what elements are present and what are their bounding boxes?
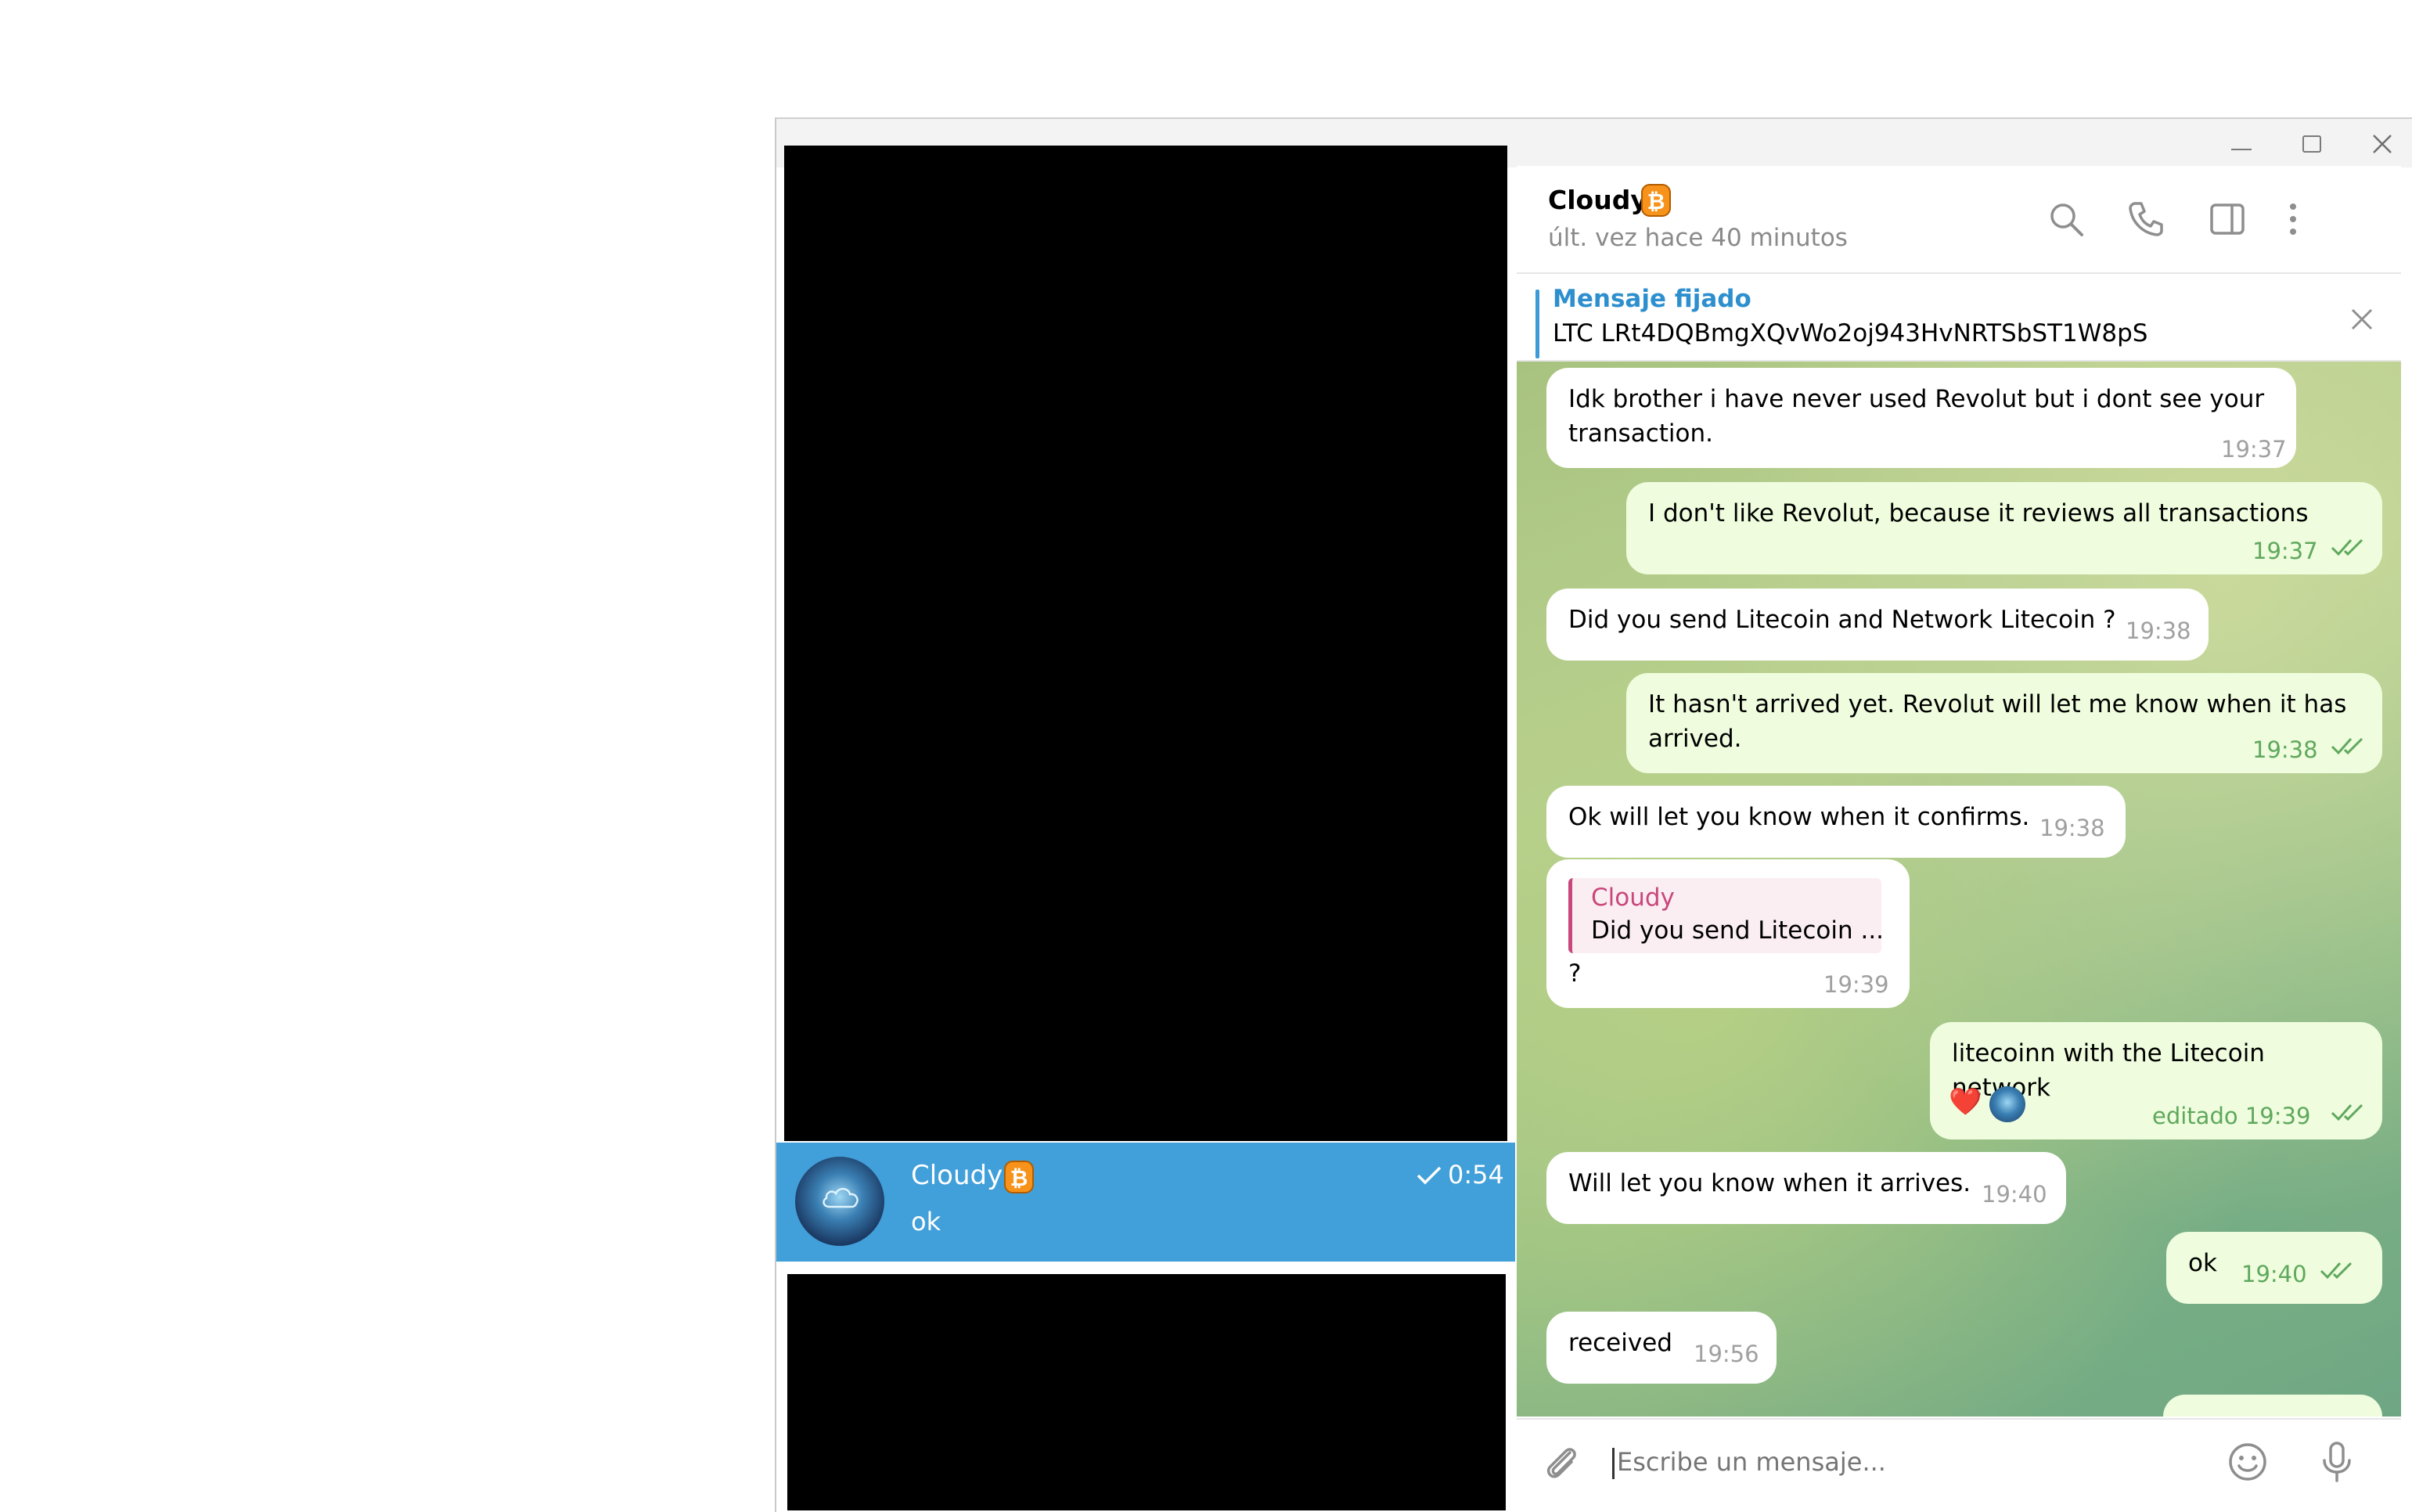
svg-text:₿: ₿ bbox=[1647, 189, 1665, 214]
message-time: 19:40 bbox=[1982, 1181, 2047, 1208]
close-icon bbox=[2373, 135, 2392, 153]
heart-reaction[interactable]: ❤️ bbox=[1949, 1085, 1982, 1119]
emoji-icon[interactable] bbox=[2226, 1440, 2270, 1484]
bitcoin-icon: ₿ bbox=[1004, 1161, 1034, 1193]
read-checks-icon bbox=[2331, 538, 2363, 556]
message-time: 19:56 bbox=[1694, 1341, 1759, 1367]
redacted-chat-list-top bbox=[784, 146, 1507, 1141]
message-text: Will let you know when it arrives. bbox=[1568, 1169, 1971, 1197]
message-composer bbox=[1517, 1418, 2401, 1501]
pinned-title: Mensaje fijado bbox=[1553, 285, 1751, 313]
pinned-accent-bar bbox=[1535, 290, 1539, 358]
sidebar-toggle-icon[interactable] bbox=[2207, 199, 2248, 239]
message-list[interactable]: Idk brother i have never used Revolut bu… bbox=[1517, 362, 2401, 1417]
message-outgoing[interactable]: It hasn't arrived yet. Revolut will let … bbox=[1626, 673, 2382, 773]
pinned-message-bar[interactable]: Mensaje fijado LTC LRt4DQBmgXQvWo2oj943H… bbox=[1517, 274, 2401, 362]
message-incoming[interactable]: received 19:56 bbox=[1546, 1312, 1777, 1384]
reaction-avatar bbox=[1989, 1086, 2025, 1122]
chat-last-message: ok bbox=[911, 1207, 941, 1237]
more-options-icon[interactable] bbox=[2273, 199, 2313, 239]
chat-time: 0:54 bbox=[1448, 1160, 1504, 1190]
message-time: 19:37 bbox=[2221, 436, 2287, 463]
message-incoming-reply[interactable]: Cloudy Did you send Litecoin ... ? 19:39 bbox=[1546, 859, 1910, 1008]
message-time: 19:38 bbox=[2039, 815, 2105, 841]
read-checks-icon bbox=[2331, 737, 2363, 755]
message-time: 19:38 bbox=[2126, 617, 2191, 644]
minimize-button[interactable] bbox=[2224, 127, 2259, 161]
reply-quote[interactable]: Cloudy Did you send Litecoin ... bbox=[1568, 878, 1885, 953]
message-incoming[interactable]: Did you send Litecoin and Network Liteco… bbox=[1546, 589, 2209, 661]
message-text: Idk brother i have never used Revolut bu… bbox=[1568, 385, 2265, 448]
message-text: ? bbox=[1568, 959, 1582, 988]
microphone-icon[interactable] bbox=[2315, 1440, 2359, 1484]
message-incoming[interactable]: Will let you know when it arrives. 19:40 bbox=[1546, 1152, 2066, 1224]
message-input[interactable] bbox=[1615, 1446, 2245, 1478]
search-icon[interactable] bbox=[2046, 199, 2086, 239]
message-text: Did you send Litecoin and Network Liteco… bbox=[1568, 606, 2116, 634]
reply-text: Did you send Litecoin ... bbox=[1591, 916, 1885, 945]
message-outgoing-partial[interactable] bbox=[2163, 1395, 2382, 1417]
phone-icon[interactable] bbox=[2126, 199, 2166, 239]
message-time: 19:38 bbox=[2252, 736, 2318, 763]
message-time: 19:40 bbox=[2241, 1261, 2307, 1287]
read-checks-icon bbox=[2331, 1103, 2363, 1121]
close-pinned-icon[interactable] bbox=[2346, 304, 2378, 335]
close-window-button[interactable] bbox=[2365, 127, 2399, 161]
minimize-icon bbox=[2231, 149, 2252, 150]
message-text: received bbox=[1568, 1329, 1672, 1357]
cloud-icon bbox=[823, 1187, 859, 1208]
maximize-button[interactable] bbox=[2295, 127, 2329, 161]
message-text: It hasn't arrived yet. Revolut will let … bbox=[1648, 690, 2347, 753]
message-incoming[interactable]: Ok will let you know when it confirms. 1… bbox=[1546, 786, 2126, 858]
reply-author: Cloudy bbox=[1591, 884, 1675, 912]
chat-panel: Cloudy ₿ últ. vez hace 40 minutos Mensaj… bbox=[1517, 166, 2401, 1501]
last-seen-status: últ. vez hace 40 minutos bbox=[1548, 224, 1848, 252]
bitcoin-icon: ₿ bbox=[1641, 184, 1671, 217]
text-caret bbox=[1612, 1448, 1615, 1479]
message-outgoing[interactable]: I don't like Revolut, because it reviews… bbox=[1626, 482, 2382, 574]
message-incoming[interactable]: Idk brother i have never used Revolut bu… bbox=[1546, 368, 2296, 468]
message-time: 19:39 bbox=[1823, 971, 1889, 998]
message-time: editado 19:39 bbox=[2152, 1103, 2311, 1129]
message-outgoing[interactable]: ok 19:40 bbox=[2166, 1232, 2382, 1304]
message-outgoing[interactable]: litecoinn with the Litecoin network ❤️ e… bbox=[1930, 1022, 2382, 1139]
message-text: I don't like Revolut, because it reviews… bbox=[1648, 499, 2309, 527]
redacted-chat-list-bottom bbox=[787, 1274, 1506, 1510]
chat-name: Cloudy bbox=[911, 1160, 1003, 1191]
read-checks-icon bbox=[2320, 1262, 2353, 1280]
sent-check-icon bbox=[1417, 1166, 1442, 1185]
avatar bbox=[795, 1157, 884, 1246]
message-text: ok bbox=[2188, 1249, 2217, 1277]
chat-list-item-selected[interactable]: Cloudy ₿ 0:54 ok bbox=[776, 1143, 1515, 1262]
chat-header[interactable]: Cloudy ₿ últ. vez hace 40 minutos bbox=[1517, 166, 2401, 274]
pinned-text: LTC LRt4DQBmgXQvWo2oj943HvNRTSbST1W8pS bbox=[1553, 319, 2148, 347]
reactions[interactable]: ❤️ bbox=[1949, 1085, 2035, 1124]
attach-icon[interactable] bbox=[1540, 1440, 1584, 1484]
message-text: Ok will let you know when it confirms. bbox=[1568, 803, 2030, 831]
svg-text:₿: ₿ bbox=[1010, 1165, 1028, 1191]
message-time: 19:37 bbox=[2252, 538, 2318, 564]
contact-name: Cloudy bbox=[1548, 185, 1647, 215]
maximize-icon bbox=[2302, 135, 2321, 153]
